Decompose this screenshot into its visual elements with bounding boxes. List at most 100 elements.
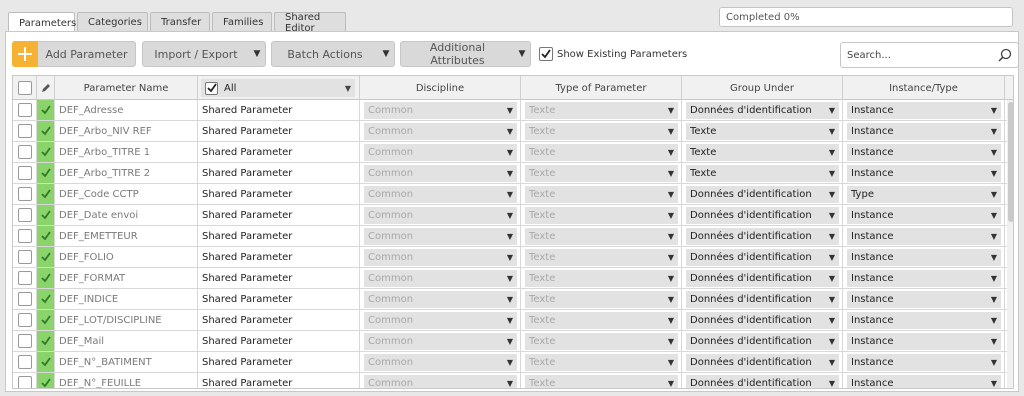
table-row[interactable]: DEF_Date envoi Shared Parameter Common ▼ Tex… [13,205,1007,226]
import-export-dropdown[interactable]: Import / Export ▼ [142,41,266,67]
discipline-select[interactable]: Common ▼ [364,270,517,287]
batch-actions-dropdown[interactable]: Batch Actions ▼ [271,41,395,67]
group-select[interactable]: Données d'identification ▼ [686,291,839,308]
table-row[interactable]: DEF_Mail Shared Parameter Common ▼ Texte ▼ Don… [13,331,1007,352]
type-select[interactable]: Texte ▼ [525,207,678,224]
instance-select[interactable]: Instance ▼ [847,207,1001,224]
filter-dropdown[interactable]: All ▼ [201,79,355,97]
row-checkbox[interactable] [17,313,32,327]
instance-select[interactable]: Instance ▼ [847,144,1001,161]
type-select[interactable]: Texte ▼ [525,312,678,329]
column-header-discipline[interactable]: Discipline [360,76,521,100]
row-checkbox[interactable] [17,292,32,306]
group-select[interactable]: Texte ▼ [686,123,839,140]
tab-shared-editor[interactable]: Shared Editor [274,12,346,34]
type-select[interactable]: Texte ▼ [525,186,678,203]
show-existing-checkbox[interactable] [539,47,553,61]
tab-transfer[interactable]: Transfer [150,12,210,32]
instance-select[interactable]: Instance ▼ [847,249,1001,266]
type-select[interactable]: Texte ▼ [525,354,678,371]
type-select[interactable]: Texte ▼ [525,123,678,140]
column-header-type[interactable]: Type of Parameter [521,76,682,100]
group-select[interactable]: Données d'identification ▼ [686,333,839,350]
group-select[interactable]: Données d'identification ▼ [686,354,839,371]
instance-select[interactable]: Instance ▼ [847,333,1001,350]
discipline-select[interactable]: Common ▼ [364,312,517,329]
instance-select[interactable]: Instance ▼ [847,375,1001,388]
table-row[interactable]: DEF_INDICE Shared Parameter Common ▼ Texte ▼ D… [13,289,1007,310]
table-row[interactable]: DEF_N°_BATIMENT Shared Parameter Common ▼ Te… [13,352,1007,373]
type-select[interactable]: Texte ▼ [525,228,678,245]
table-row[interactable]: DEF_N°_FEUILLE Shared Parameter Common ▼ Tex… [13,373,1007,388]
table-row[interactable]: DEF_Arbo_NIV REF Shared Parameter Common ▼ T… [13,121,1007,142]
table-row[interactable]: DEF_LOT/DISCIPLINE Shared Parameter Common… [13,310,1007,331]
type-select[interactable]: Texte ▼ [525,144,678,161]
row-checkbox[interactable] [17,376,32,388]
row-checkbox[interactable] [17,271,32,285]
instance-select[interactable]: Instance ▼ [847,102,1001,119]
tab-categories[interactable]: Categories [77,12,148,32]
vertical-scrollbar[interactable] [1007,100,1013,388]
instance-select[interactable]: Instance ▼ [847,291,1001,308]
instance-select[interactable]: Instance ▼ [847,228,1001,245]
row-checkbox[interactable] [17,187,32,201]
type-select[interactable]: Texte ▼ [525,270,678,287]
discipline-select[interactable]: Common ▼ [364,102,517,119]
search-input[interactable] [847,49,992,61]
discipline-select[interactable]: Common ▼ [364,354,517,371]
row-checkbox[interactable] [17,250,32,264]
column-header-parameter-name[interactable]: Parameter Name [55,76,198,100]
row-checkbox[interactable] [17,334,32,348]
type-select[interactable]: Texte ▼ [525,249,678,266]
add-parameter-button[interactable]: Add Parameter [12,40,136,67]
discipline-select[interactable]: Common ▼ [364,228,517,245]
group-select[interactable]: Données d'identification ▼ [686,375,839,388]
column-header-group[interactable]: Group Under [682,76,843,100]
discipline-select[interactable]: Common ▼ [364,291,517,308]
row-checkbox[interactable] [17,355,32,369]
type-select[interactable]: Texte ▼ [525,333,678,350]
row-checkbox[interactable] [17,145,32,159]
discipline-select[interactable]: Common ▼ [364,207,517,224]
group-select[interactable]: Données d'identification ▼ [686,249,839,266]
instance-select[interactable]: Instance ▼ [847,312,1001,329]
discipline-select[interactable]: Common ▼ [364,165,517,182]
filter-checkbox[interactable] [205,81,218,95]
discipline-select[interactable]: Common ▼ [364,249,517,266]
row-checkbox[interactable] [17,124,32,138]
search-icon[interactable] [998,48,1012,65]
table-row[interactable]: DEF_Arbo_TITRE 2 Shared Parameter Common ▼ T… [13,163,1007,184]
group-select[interactable]: Texte ▼ [686,144,839,161]
instance-select[interactable]: Instance ▼ [847,123,1001,140]
group-select[interactable]: Données d'identification ▼ [686,228,839,245]
instance-select[interactable]: Type ▼ [847,186,1001,203]
group-select[interactable]: Données d'identification ▼ [686,102,839,119]
column-header-instance[interactable]: Instance/Type [843,76,1005,100]
group-select[interactable]: Texte ▼ [686,165,839,182]
type-select[interactable]: Texte ▼ [525,375,678,388]
group-select[interactable]: Données d'identification ▼ [686,207,839,224]
instance-select[interactable]: Instance ▼ [847,270,1001,287]
group-select[interactable]: Données d'identification ▼ [686,270,839,287]
group-select[interactable]: Données d'identification ▼ [686,312,839,329]
table-row[interactable]: DEF_Arbo_TITRE 1 Shared Parameter Common ▼ T… [13,142,1007,163]
scrollbar-thumb[interactable] [1008,102,1013,222]
row-checkbox[interactable] [17,103,32,117]
instance-select[interactable]: Instance ▼ [847,354,1001,371]
discipline-select[interactable]: Common ▼ [364,123,517,140]
show-existing-toggle[interactable]: Show Existing Parameters [539,47,687,61]
select-all-checkbox[interactable] [17,81,32,95]
tab-parameters[interactable]: Parameters [8,12,76,33]
discipline-select[interactable]: Common ▼ [364,144,517,161]
tab-families[interactable]: Families [212,12,272,32]
discipline-select[interactable]: Common ▼ [364,186,517,203]
row-checkbox[interactable] [17,208,32,222]
discipline-select[interactable]: Common ▼ [364,333,517,350]
type-select[interactable]: Texte ▼ [525,291,678,308]
instance-select[interactable]: Instance ▼ [847,165,1001,182]
table-row[interactable]: DEF_FOLIO Shared Parameter Common ▼ Texte ▼ Do… [13,247,1007,268]
type-select[interactable]: Texte ▼ [525,102,678,119]
table-row[interactable]: DEF_Adresse Shared Parameter Common ▼ Texte ▼… [13,100,1007,121]
table-row[interactable]: DEF_Code CCTP Shared Parameter Common ▼ Text… [13,184,1007,205]
row-checkbox[interactable] [17,229,32,243]
